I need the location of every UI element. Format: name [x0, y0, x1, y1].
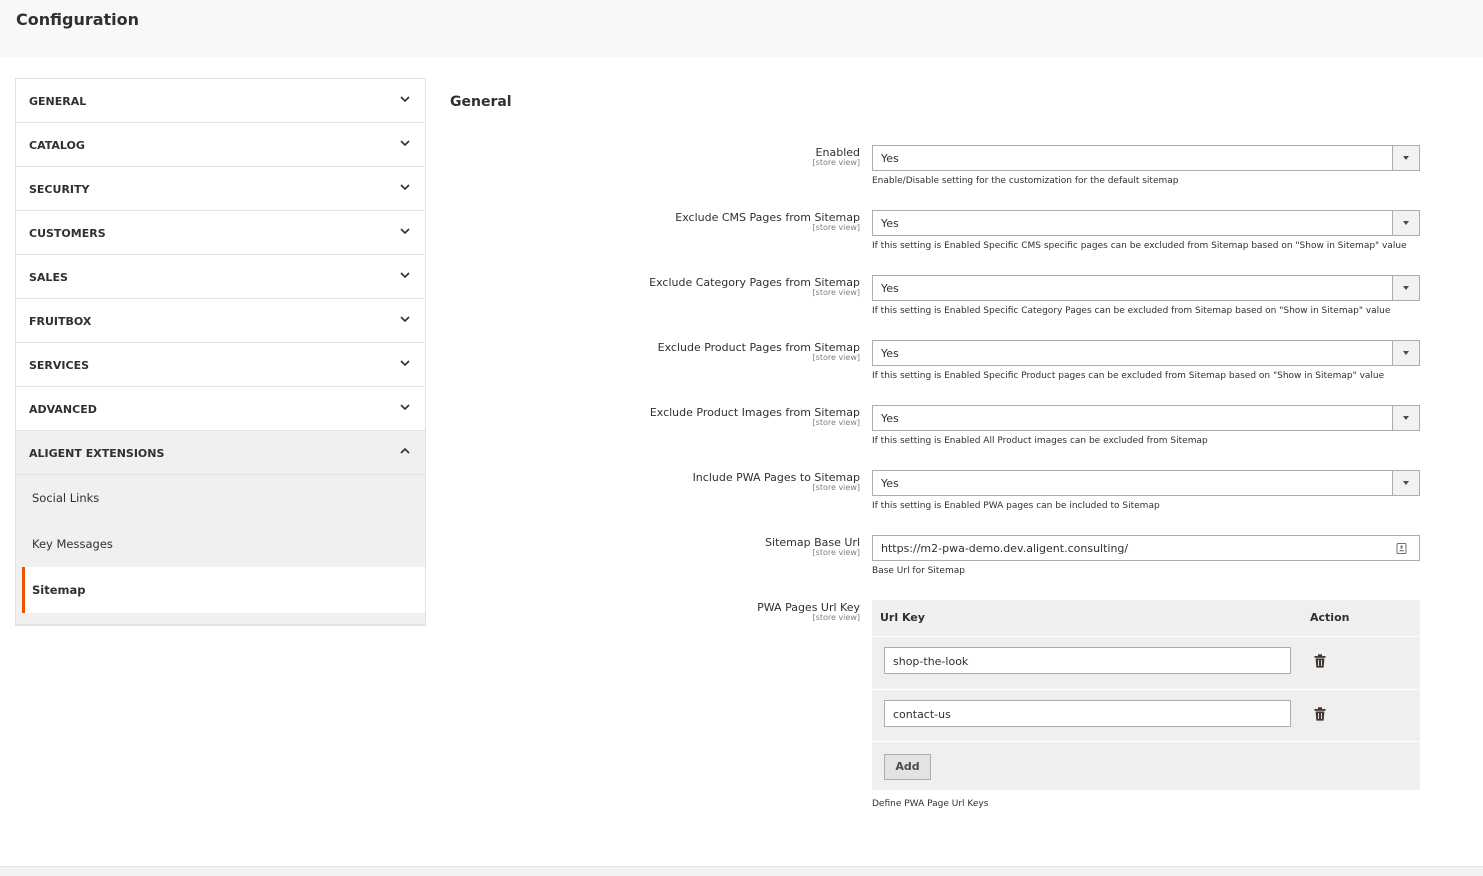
- base-url-input[interactable]: https://m2-pwa-demo.dev.aligent.consulti…: [872, 535, 1420, 561]
- scope-label: [store view]: [812, 353, 860, 362]
- scope-label: [store view]: [812, 418, 860, 427]
- select-value: Yes: [881, 477, 899, 490]
- scope-label: [store view]: [812, 548, 860, 557]
- url-key-input[interactable]: shop-the-look: [884, 647, 1291, 674]
- dropdown-arrow-icon: [1392, 146, 1419, 170]
- field-note: If this setting is Enabled Specific Prod…: [872, 371, 1385, 381]
- input-value: shop-the-look: [893, 655, 969, 668]
- tab-advanced[interactable]: ADVANCED: [16, 387, 425, 431]
- select-value: Yes: [881, 217, 899, 230]
- scope-label: [store view]: [812, 483, 860, 492]
- dropdown-arrow-icon: [1392, 211, 1419, 235]
- tab-aligent-extensions[interactable]: ALIGENT EXTENSIONS: [16, 431, 425, 475]
- tab-general[interactable]: GENERAL: [16, 79, 425, 123]
- tab-catalog[interactable]: CATALOG: [16, 123, 425, 167]
- select-value: Yes: [881, 412, 899, 425]
- table-row: shop-the-look: [872, 636, 1420, 688]
- table-row: contact-us: [872, 689, 1420, 741]
- select-value: Yes: [881, 347, 899, 360]
- add-button[interactable]: Add: [884, 754, 931, 780]
- field-note: If this setting is Enabled Specific Cate…: [872, 306, 1391, 316]
- page-title: Configuration: [16, 10, 140, 29]
- chevron-down-icon: [400, 140, 410, 147]
- chevron-up-icon: [400, 447, 410, 454]
- trash-icon[interactable]: [1314, 707, 1326, 721]
- sidebar-item-label: Social Links: [32, 491, 100, 505]
- column-header-url-key: Url Key: [880, 611, 925, 624]
- submenu-footer: [16, 613, 425, 625]
- pwa-pages-table: Url Key Action shop-the-look contact-us …: [872, 600, 1420, 790]
- tab-label: SERVICES: [29, 359, 90, 372]
- chevron-down-icon: [400, 228, 410, 235]
- tab-customers[interactable]: CUSTOMERS: [16, 211, 425, 255]
- enabled-select[interactable]: Yes: [872, 145, 1420, 171]
- select-value: Yes: [881, 152, 899, 165]
- table-header: Url Key Action: [872, 600, 1420, 636]
- field-note: If this setting is Enabled PWA pages can…: [872, 501, 1160, 511]
- page-header: Configuration: [0, 0, 1483, 57]
- scope-label: [store view]: [812, 158, 860, 167]
- input-value: https://m2-pwa-demo.dev.aligent.consulti…: [881, 542, 1129, 555]
- chevron-down-icon: [400, 316, 410, 323]
- config-sidebar: GENERAL CATALOG SECURITY CUSTOMERS SALES…: [15, 78, 426, 626]
- input-value: contact-us: [893, 708, 951, 721]
- scope-label: [store view]: [812, 288, 860, 297]
- trash-icon[interactable]: [1314, 654, 1326, 668]
- field-note: If this setting is Enabled Specific CMS …: [872, 241, 1407, 251]
- tab-security[interactable]: SECURITY: [16, 167, 425, 211]
- tab-label: FRUITBOX: [29, 315, 92, 328]
- chevron-down-icon: [400, 404, 410, 411]
- include-pwa-select[interactable]: Yes: [872, 470, 1420, 496]
- column-header-action: Action: [1310, 611, 1350, 624]
- tab-label: ALIGENT EXTENSIONS: [29, 447, 165, 460]
- scope-label: [store view]: [812, 223, 860, 232]
- sidebar-item-key-messages[interactable]: Key Messages: [16, 521, 425, 567]
- tab-label: SALES: [29, 271, 68, 284]
- select-value: Yes: [881, 282, 899, 295]
- exclude-images-select[interactable]: Yes: [872, 405, 1420, 431]
- sidebar-item-social-links[interactable]: Social Links: [16, 475, 425, 521]
- tab-fruitbox[interactable]: FRUITBOX: [16, 299, 425, 343]
- field-note: Base Url for Sitemap: [872, 566, 965, 576]
- chevron-down-icon: [400, 184, 410, 191]
- exclude-category-select[interactable]: Yes: [872, 275, 1420, 301]
- footer-bar: [0, 866, 1483, 876]
- chevron-down-icon: [400, 360, 410, 367]
- exclude-product-select[interactable]: Yes: [872, 340, 1420, 366]
- field-note: Enable/Disable setting for the customiza…: [872, 176, 1179, 186]
- field-note: Define PWA Page Url Keys: [872, 799, 989, 809]
- dropdown-arrow-icon: [1392, 471, 1419, 495]
- tab-sales[interactable]: SALES: [16, 255, 425, 299]
- sidebar-item-label: Key Messages: [32, 537, 113, 551]
- dropdown-arrow-icon: [1392, 341, 1419, 365]
- tab-services[interactable]: SERVICES: [16, 343, 425, 387]
- chevron-down-icon: [400, 96, 410, 103]
- tab-label: ADVANCED: [29, 403, 97, 416]
- exclude-cms-select[interactable]: Yes: [872, 210, 1420, 236]
- dropdown-arrow-icon: [1392, 276, 1419, 300]
- table-footer: Add: [872, 741, 1420, 790]
- field-note: If this setting is Enabled All Product i…: [872, 436, 1208, 446]
- dropdown-arrow-icon: [1392, 406, 1419, 430]
- url-key-input[interactable]: contact-us: [884, 700, 1291, 727]
- tab-label: CUSTOMERS: [29, 227, 106, 240]
- tab-label: SECURITY: [29, 183, 90, 196]
- sidebar-item-label: Sitemap: [32, 583, 86, 597]
- tab-label: GENERAL: [29, 95, 87, 108]
- aligent-extensions-submenu: Social Links Key Messages Sitemap: [16, 475, 425, 626]
- contact-card-icon: [1396, 543, 1407, 554]
- scope-label: [store view]: [812, 613, 860, 622]
- tab-label: CATALOG: [29, 139, 85, 152]
- chevron-down-icon: [400, 272, 410, 279]
- section-title: General: [450, 94, 512, 110]
- sidebar-item-sitemap[interactable]: Sitemap: [22, 567, 425, 613]
